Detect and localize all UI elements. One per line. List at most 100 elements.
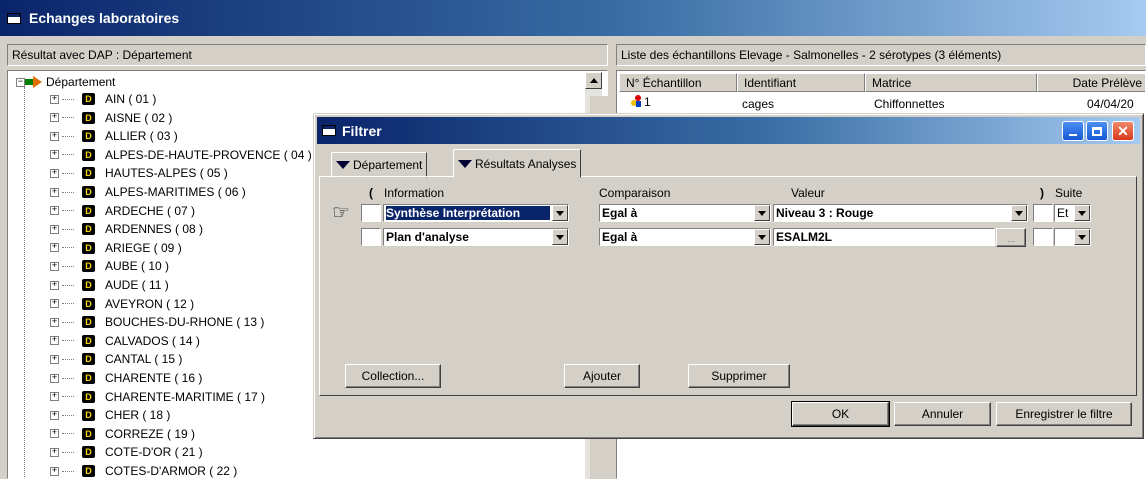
tree-item[interactable]: + D ALLIER ( 03 ) — [50, 128, 178, 144]
expand-icon[interactable]: + — [50, 280, 59, 290]
tree-item[interactable]: + D AUBE ( 10 ) — [50, 258, 169, 274]
collection-label: Collection... — [361, 369, 425, 383]
expand-icon[interactable]: + — [50, 243, 59, 253]
tab-resultats-analyses[interactable]: Résultats Analyses — [453, 149, 582, 178]
department-icon: D — [82, 427, 95, 440]
collapse-icon[interactable]: − — [16, 77, 25, 87]
tree-item[interactable]: + D HAUTES-ALPES ( 05 ) — [50, 165, 228, 181]
close-paren-box-2[interactable] — [1033, 228, 1053, 246]
expand-icon[interactable]: + — [50, 373, 59, 383]
scroll-up-button[interactable] — [585, 72, 602, 89]
ok-button[interactable]: OK — [791, 401, 890, 427]
information-select-1[interactable]: Synthèse Interprétation — [383, 204, 569, 222]
suite-select-1[interactable]: Et — [1054, 204, 1091, 222]
expand-icon[interactable]: + — [50, 354, 59, 364]
column-header-matrice[interactable]: Matrice — [865, 73, 1037, 92]
tree-item[interactable]: + D CALVADOS ( 14 ) — [50, 333, 200, 349]
expand-icon[interactable]: + — [50, 410, 59, 420]
tree-item[interactable]: + D CHER ( 18 ) — [50, 407, 170, 423]
valeur-input-2[interactable]: ESALM2L — [773, 228, 995, 246]
tree-item[interactable]: + D AVEYRON ( 12 ) — [50, 296, 194, 312]
filter-dialog[interactable]: Filtrer ✕ Département Résultats Analyses… — [313, 113, 1144, 439]
tree-item[interactable]: + D AUDE ( 11 ) — [50, 277, 169, 293]
tree-item[interactable]: + D COTES-D'ARMOR ( 22 ) — [50, 463, 238, 478]
maximize-button[interactable] — [1086, 121, 1108, 141]
tree-root[interactable]: − Département — [16, 74, 115, 90]
tree-item[interactable]: + D CHARENTE-MARITIME ( 17 ) — [50, 389, 265, 405]
valeur-select-1[interactable]: Niveau 3 : Rouge — [773, 204, 1028, 222]
tree-item[interactable]: + D ARDECHE ( 07 ) — [50, 203, 195, 219]
cell-echantillon[interactable]: 1 — [644, 95, 651, 109]
expand-icon[interactable]: + — [50, 168, 59, 178]
cell-date[interactable]: 04/04/20 — [1087, 97, 1134, 111]
tree-item[interactable]: + D ALPES-MARITIMES ( 06 ) — [50, 184, 246, 200]
annuler-button[interactable]: Annuler — [894, 402, 991, 426]
tree-item-label: AIN ( 01 ) — [105, 92, 157, 106]
expand-icon[interactable]: + — [50, 206, 59, 216]
tree-item-label: COTES-D'ARMOR ( 22 ) — [105, 464, 238, 478]
tab-departement[interactable]: Département — [331, 152, 428, 178]
department-icon: D — [82, 446, 95, 459]
close-button[interactable]: ✕ — [1112, 121, 1134, 141]
dropdown-button[interactable] — [754, 205, 770, 221]
tree-item-label: COTE-D'OR ( 21 ) — [105, 445, 203, 460]
main-title-bar[interactable]: Echanges laboratoires — [0, 0, 1146, 36]
chevron-down-icon — [758, 210, 766, 216]
expand-icon[interactable]: + — [50, 447, 59, 457]
close-paren-box-1[interactable] — [1033, 204, 1053, 222]
suite-header: Suite — [1055, 186, 1083, 200]
tree-connector — [62, 321, 74, 323]
dropdown-button[interactable] — [552, 229, 568, 245]
dropdown-button[interactable] — [1074, 205, 1090, 221]
information-select-2[interactable]: Plan d'analyse — [383, 228, 569, 246]
expand-icon[interactable]: + — [50, 392, 59, 402]
expand-icon[interactable]: + — [50, 224, 59, 234]
column-header-date[interactable]: Date Prélève — [1037, 73, 1145, 92]
expand-icon[interactable]: + — [50, 150, 59, 160]
tree-item[interactable]: + D AIN ( 01 ) — [50, 91, 156, 107]
comparaison-select-1[interactable]: Egal à — [599, 204, 771, 222]
browse-button[interactable]: ... — [996, 228, 1026, 247]
tree-item[interactable]: + D ARDENNES ( 08 ) — [50, 221, 203, 237]
expand-icon[interactable]: + — [50, 131, 59, 141]
tree-item[interactable]: + D CHARENTE ( 16 ) — [50, 370, 202, 386]
column-header-echantillon[interactable]: N° Échantillon — [619, 73, 737, 92]
expand-icon[interactable]: + — [50, 187, 59, 197]
tree-item[interactable]: + D COTE-D'OR ( 21 ) — [50, 444, 203, 460]
tree-item-label: BOUCHES-DU-RHONE ( 13 ) — [105, 315, 265, 330]
supprimer-button[interactable]: Supprimer — [688, 364, 790, 388]
expand-icon[interactable]: + — [50, 261, 59, 271]
comparaison-select-2[interactable]: Egal à — [599, 228, 771, 246]
tree-item[interactable]: + D CORREZE ( 19 ) — [50, 426, 195, 442]
tree-item[interactable]: + D AISNE ( 02 ) — [50, 110, 172, 126]
expand-icon[interactable]: + — [50, 466, 59, 476]
expand-icon[interactable]: + — [50, 299, 59, 309]
tree-item[interactable]: + D ARIEGE ( 09 ) — [50, 240, 182, 256]
dropdown-button[interactable] — [754, 229, 770, 245]
ellipsis-icon: ... — [1006, 234, 1016, 245]
expand-icon[interactable]: + — [50, 317, 59, 327]
minimize-icon — [1069, 134, 1077, 136]
tree-item[interactable]: + D CANTAL ( 15 ) — [50, 351, 182, 367]
enregistrer-filtre-button[interactable]: Enregistrer le filtre — [996, 402, 1132, 426]
expand-icon[interactable]: + — [50, 429, 59, 439]
cell-identifiant[interactable]: cages — [742, 97, 774, 111]
column-header-identifiant[interactable]: Identifiant — [737, 73, 865, 92]
collection-button[interactable]: Collection... — [345, 364, 441, 388]
open-paren-box-2[interactable] — [361, 228, 381, 246]
cell-matrice[interactable]: Chiffonnettes — [874, 97, 945, 111]
dropdown-button[interactable] — [552, 205, 568, 221]
tree-connector — [62, 247, 74, 249]
dialog-title-bar[interactable]: Filtrer ✕ — [317, 117, 1140, 144]
dropdown-button[interactable] — [1011, 205, 1027, 221]
expand-icon[interactable]: + — [50, 94, 59, 104]
expand-icon[interactable]: + — [50, 113, 59, 123]
open-paren-box-1[interactable] — [361, 204, 381, 222]
tree-item[interactable]: + D BOUCHES-DU-RHONE ( 13 ) — [50, 314, 264, 330]
dropdown-button[interactable] — [1074, 229, 1090, 245]
suite-select-2[interactable] — [1054, 228, 1091, 246]
tree-item[interactable]: + D ALPES-DE-HAUTE-PROVENCE ( 04 ) — [50, 147, 312, 163]
ajouter-button[interactable]: Ajouter — [564, 364, 640, 388]
expand-icon[interactable]: + — [50, 336, 59, 346]
minimize-button[interactable] — [1062, 121, 1084, 141]
